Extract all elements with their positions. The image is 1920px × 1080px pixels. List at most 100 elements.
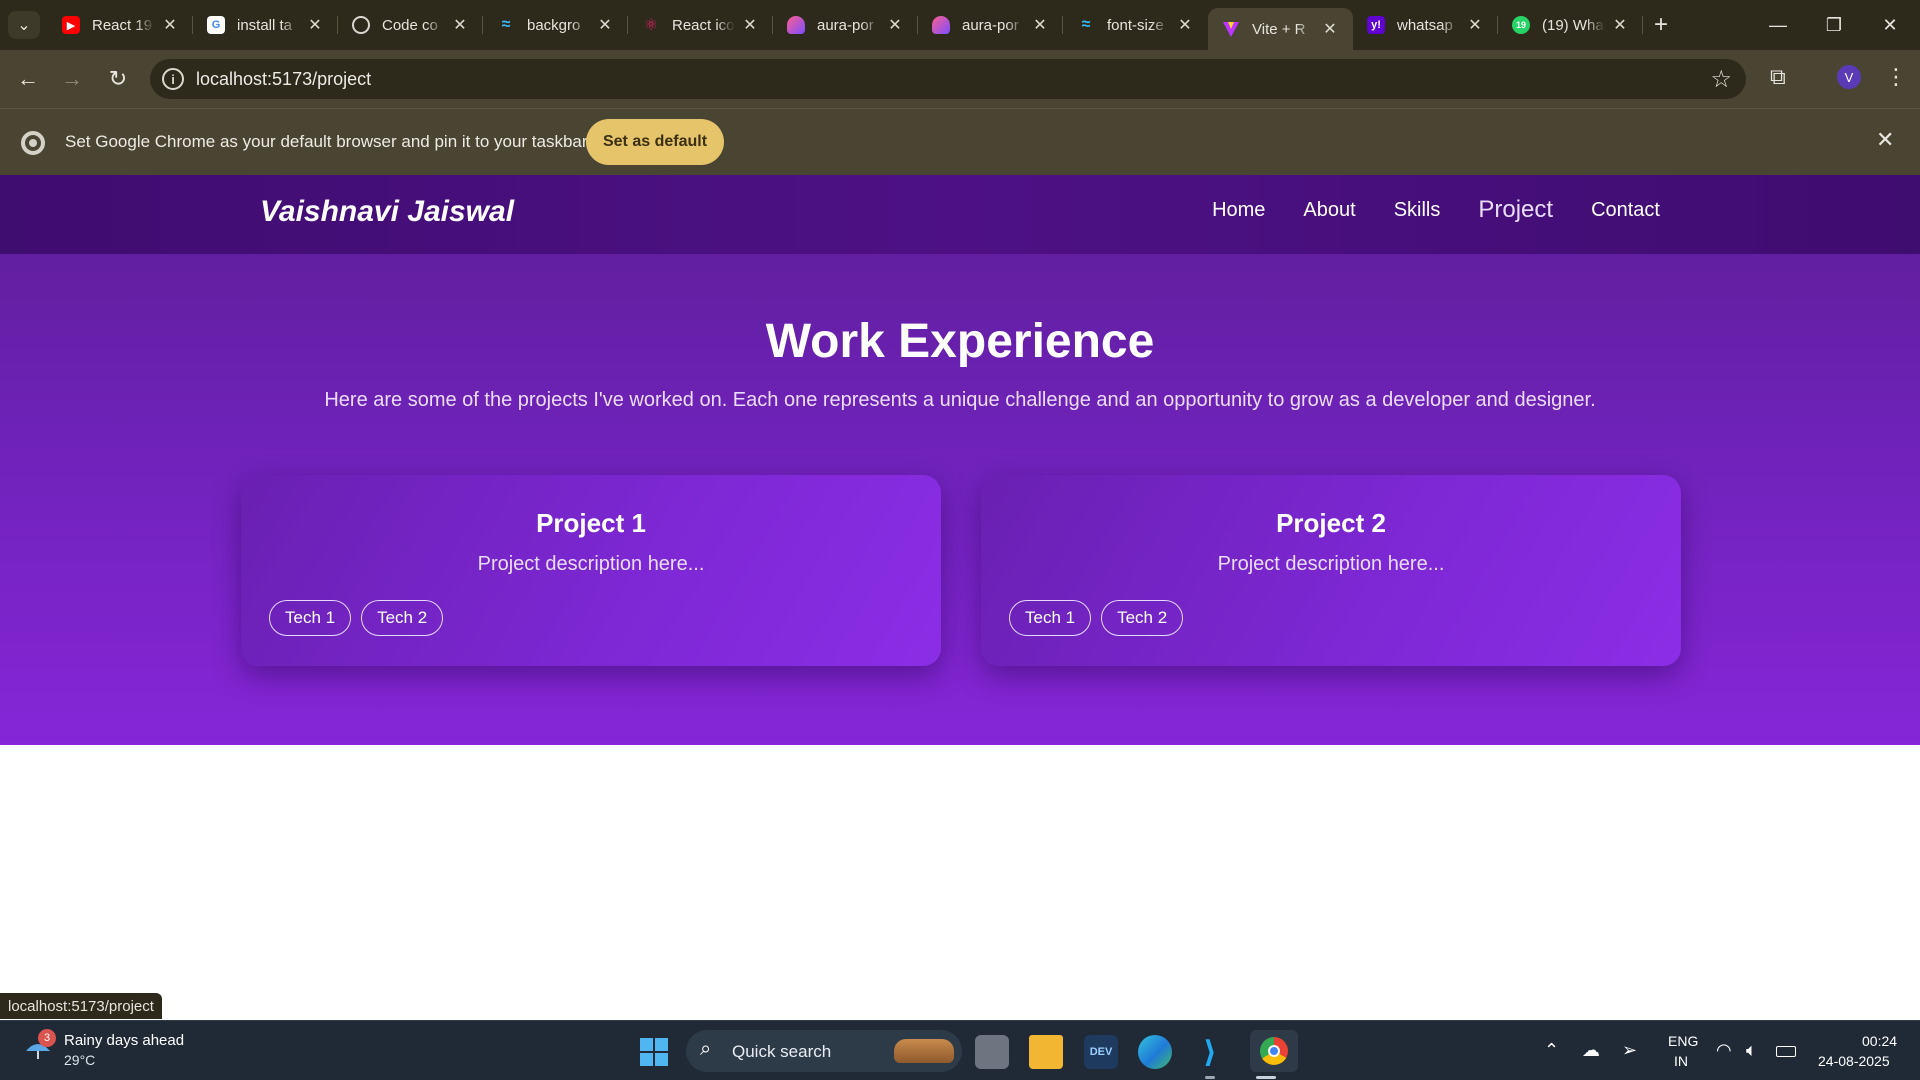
status-bubble: localhost:5173/project (0, 993, 162, 1019)
chevron-up-icon[interactable]: ⌃ (1544, 1040, 1559, 1061)
tab-install[interactable]: G install ta ✕ (193, 0, 338, 50)
windows-start-icon[interactable] (640, 1038, 668, 1066)
forward-button[interactable]: → (56, 63, 88, 95)
close-icon[interactable]: ✕ (1876, 127, 1894, 153)
site-info-icon[interactable]: i (162, 68, 184, 90)
tab-background[interactable]: ≈ backgro ✕ (483, 0, 628, 50)
restore-button[interactable]: ❐ (1806, 0, 1862, 50)
nav-project[interactable]: Project (1478, 196, 1553, 224)
close-icon[interactable]: ✕ (1611, 15, 1629, 35)
tab-whatsapp-search[interactable]: y! whatsap ✕ (1353, 0, 1498, 50)
set-as-default-button[interactable]: Set as default (586, 119, 724, 165)
project-description: Project description here... (1217, 553, 1445, 575)
project-title: Project 2 (1276, 508, 1386, 538)
file-explorer-icon[interactable] (1029, 1035, 1063, 1069)
tailwind-icon: ≈ (501, 16, 511, 33)
tech-tag: Tech 1 (1009, 600, 1092, 636)
weather-title[interactable]: Rainy days ahead (64, 1032, 184, 1049)
tab-title: whatsap (1397, 16, 1453, 34)
tab-title: aura-por (817, 16, 874, 34)
tab-list: ▶ React 19 ✕ G install ta ✕ Code co ✕ ≈ … (48, 0, 1679, 50)
nav-home[interactable]: Home (1212, 199, 1265, 224)
project-card[interactable]: Project 2 Project description here... Te… (981, 475, 1681, 666)
new-tab-button[interactable]: + (1643, 0, 1679, 50)
edge-icon[interactable] (1138, 1035, 1172, 1069)
project-card[interactable]: Project 1 Project description here... Te… (241, 475, 941, 666)
tech-tags: Tech 1 Tech 2 (269, 600, 444, 636)
nav-skills[interactable]: Skills (1394, 199, 1441, 224)
clock-date[interactable]: 24-08-2025 (1818, 1053, 1890, 1069)
app-active-indicator (1256, 1076, 1276, 1079)
tab-react-icons[interactable]: ⚛ React ico ✕ (628, 0, 773, 50)
close-icon[interactable]: ✕ (1466, 15, 1484, 35)
react-icons-icon: ⚛ (643, 17, 659, 34)
dev-home-icon[interactable]: DEV (1084, 1035, 1118, 1069)
chrome-icon (1260, 1037, 1288, 1065)
restore-icon: ❐ (1825, 14, 1843, 35)
browser-tab-strip: ⌄ ▶ React 19 ✕ G install ta ✕ Code co ✕ … (0, 0, 1920, 50)
whatsapp-icon: 19 (1512, 16, 1530, 34)
search-highlight-image (894, 1039, 954, 1063)
close-icon[interactable]: ✕ (306, 15, 324, 35)
tab-title: React ico (672, 16, 735, 34)
tab-search-button[interactable]: ⌄ (8, 11, 40, 39)
tab-code[interactable]: Code co ✕ (338, 0, 483, 50)
plus-icon: + (1653, 11, 1668, 38)
tab-whatsapp[interactable]: 19 (19) Wha ✕ (1498, 0, 1643, 50)
tab-title: backgro (527, 16, 581, 34)
close-icon[interactable]: ✕ (596, 15, 614, 35)
close-icon[interactable]: ✕ (741, 15, 759, 35)
tab-title: (19) Wha (1542, 16, 1604, 34)
clock-time[interactable]: 00:24 (1862, 1033, 1897, 1049)
tab-aura-2[interactable]: aura-por ✕ (918, 0, 1063, 50)
profile-avatar[interactable]: V (1837, 65, 1861, 89)
project-title: Project 1 (536, 508, 646, 538)
close-icon: ✕ (1882, 14, 1898, 35)
tab-aura-1[interactable]: aura-por ✕ (773, 0, 918, 50)
language-code[interactable]: ENG (1668, 1033, 1698, 1049)
minimize-icon: — (1769, 14, 1787, 35)
bookmark-star-icon[interactable]: ☆ (1710, 65, 1732, 94)
reload-button[interactable]: ↻ (102, 63, 134, 95)
chrome-taskbar-button[interactable] (1250, 1030, 1298, 1072)
close-window-button[interactable]: ✕ (1862, 0, 1918, 50)
site-navbar: Vaishnavi Jaiswal Home About Skills Proj… (0, 175, 1920, 254)
yahoo-icon: y! (1367, 16, 1385, 34)
tailwind-icon: ≈ (1081, 16, 1091, 33)
language-region[interactable]: IN (1674, 1053, 1688, 1069)
site-brand[interactable]: Vaishnavi Jaiswal (260, 195, 514, 229)
address-bar[interactable]: i localhost:5173/project ☆ (150, 59, 1746, 99)
close-icon[interactable]: ✕ (886, 15, 904, 35)
vite-icon (1222, 20, 1240, 38)
close-icon[interactable]: ✕ (451, 15, 469, 35)
close-icon[interactable]: ✕ (1321, 19, 1339, 39)
more-menu-icon[interactable]: ⋮ (1885, 64, 1907, 90)
location-arrow-icon[interactable]: ➢ (1622, 1040, 1637, 1061)
vscode-icon[interactable]: ⟩ (1193, 1035, 1227, 1069)
close-icon[interactable]: ✕ (1176, 15, 1194, 35)
tab-font-size[interactable]: ≈ font-size ✕ (1063, 0, 1208, 50)
url-text[interactable]: localhost:5173/project (196, 69, 371, 90)
tab-title: Code co (382, 16, 438, 34)
wifi-icon[interactable]: ◠ (1716, 1040, 1732, 1061)
task-view-icon[interactable] (975, 1035, 1009, 1069)
youtube-icon: ▶ (62, 16, 80, 34)
extensions-icon[interactable]: ⧉ (1770, 64, 1786, 90)
battery-icon[interactable] (1776, 1046, 1796, 1057)
volume-icon[interactable]: 🔈︎ (1746, 1040, 1757, 1061)
search-icon: ⌕ (700, 1038, 712, 1060)
tab-vite-active[interactable]: Vite + R ✕ (1208, 8, 1353, 50)
browser-toolbar: ← → ↻ i localhost:5173/project ☆ ⧉ ⋮ (0, 50, 1920, 108)
tech-tag: Tech 2 (1101, 600, 1184, 636)
close-icon[interactable]: ✕ (161, 15, 179, 35)
minimize-button[interactable]: — (1750, 0, 1806, 50)
taskbar-search[interactable]: ⌕ Quick search (686, 1030, 962, 1072)
onedrive-cloud-icon[interactable]: ☁ (1582, 1040, 1600, 1061)
close-icon[interactable]: ✕ (1031, 15, 1049, 35)
back-button[interactable]: ← (12, 63, 44, 95)
tab-react19[interactable]: ▶ React 19 ✕ (48, 0, 193, 50)
nav-contact[interactable]: Contact (1591, 199, 1660, 224)
project-description: Project description here... (477, 553, 705, 575)
nav-about[interactable]: About (1303, 199, 1355, 224)
tech-tags: Tech 1 Tech 2 (1009, 600, 1184, 636)
